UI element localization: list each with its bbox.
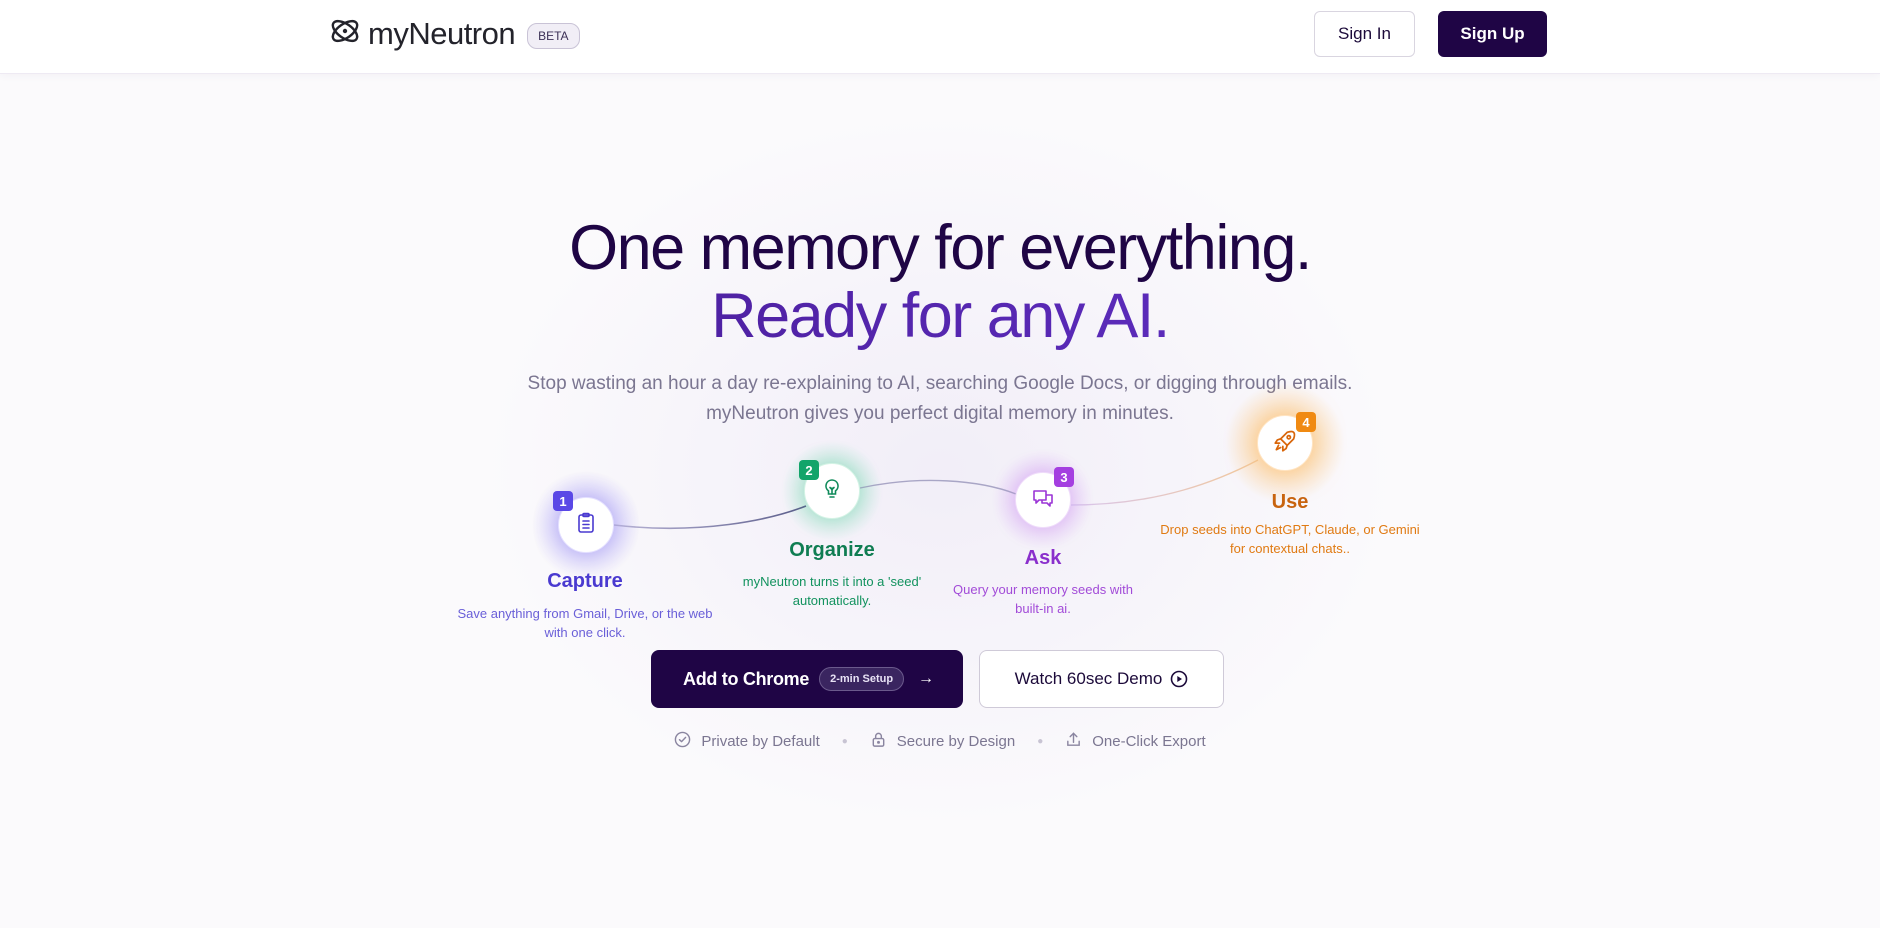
watch-demo-button[interactable]: Watch 60sec Demo: [979, 650, 1224, 708]
trust-indicators: Private by Default ● Secure by Design ● …: [0, 731, 1880, 752]
play-circle-icon: [1170, 670, 1188, 688]
clipboard-icon: [574, 511, 598, 540]
organize-step-desc-line2: automatically.: [792, 593, 872, 608]
trust-private-label: Private by Default: [701, 733, 820, 750]
organize-step-title: Organize: [789, 539, 875, 561]
trust-item-export: One-Click Export: [1065, 731, 1206, 752]
step-number-badge-2: 2: [799, 460, 819, 480]
lightbulb-icon: [820, 477, 844, 506]
trust-secure-label: Secure by Design: [896, 733, 1016, 750]
step-connector-curves: [532, 383, 1345, 579]
organize-step-desc-line1: myNeutron turns it into a 'seed': [742, 574, 922, 589]
watch-demo-label: Watch 60sec Demo: [1014, 669, 1163, 688]
capture-step-title: Capture: [547, 570, 623, 592]
ask-step-title: Ask: [1024, 547, 1062, 569]
step-number-badge-1: 1: [553, 491, 573, 511]
ask-step-desc-line1: Query your memory seeds with: [953, 582, 1133, 597]
capture-step-desc-line1: Save anything from Gmail, Drive, or the …: [457, 606, 713, 621]
use-step-title: Use: [1271, 491, 1309, 513]
trust-export-label: One-Click Export: [1092, 733, 1206, 750]
arrow-right-icon: →: [918, 670, 935, 687]
check-circle-icon: [674, 731, 701, 752]
step-number-badge-3: 3: [1054, 467, 1074, 487]
capture-step-desc-line2: with one click.: [544, 625, 626, 640]
trust-item-secure: Secure by Design: [870, 731, 1015, 752]
ask-step-desc-line2: built-in ai.: [1015, 601, 1071, 616]
add-to-chrome-button[interactable]: Add to Chrome 2-min Setup →: [651, 650, 963, 708]
setup-time-pill: 2-min Setup: [819, 667, 905, 691]
upload-icon: [1065, 731, 1092, 752]
use-step-desc-line1: Drop seeds into ChatGPT, Claude, or Gemi…: [1160, 522, 1420, 537]
rocket-icon: [1272, 428, 1298, 459]
add-to-chrome-label: Add to Chrome: [683, 668, 810, 689]
lock-icon: [870, 731, 897, 752]
separator-dot: ●: [841, 736, 848, 747]
trust-item-private: Private by Default: [674, 731, 820, 752]
chat-bubbles-icon: [1031, 486, 1055, 515]
step-number-badge-4: 4: [1296, 412, 1316, 432]
use-step-desc-line2: for contextual chats..: [1230, 541, 1350, 556]
separator-dot: ●: [1037, 736, 1044, 747]
